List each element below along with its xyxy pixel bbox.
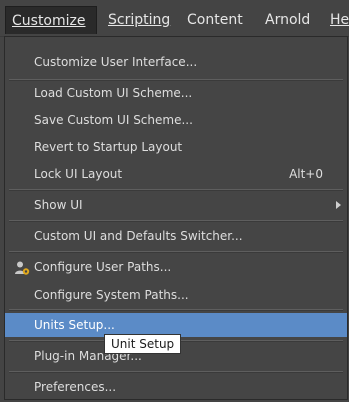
menu-item-revert-layout[interactable]: Revert to Startup Layout (5, 135, 347, 159)
menu-item-preferences[interactable]: Preferences... (5, 375, 347, 399)
menu-item-label: Save Custom UI Scheme... (34, 113, 193, 127)
menu-bar: Customize Scripting Content Arnold He (0, 0, 349, 37)
tooltip: Unit Setup (104, 334, 182, 354)
menu-item-save-scheme[interactable]: Save Custom UI Scheme... (5, 108, 347, 132)
menu-item-label: Configure User Paths... (34, 260, 172, 274)
menu-customize[interactable]: Customize (5, 6, 97, 34)
menu-separator (9, 309, 343, 311)
menu-item-label: Revert to Startup Layout (34, 140, 183, 154)
menu-item-label: Custom UI and Defaults Switcher... (34, 229, 243, 243)
menu-item-customize-ui[interactable]: Customize User Interface... (5, 50, 347, 74)
menu-item-label: Preferences... (34, 380, 117, 394)
menu-arnold[interactable]: Arnold (259, 6, 316, 34)
menu-item-load-scheme[interactable]: Load Custom UI Scheme... (5, 81, 347, 105)
menu-item-label: Load Custom UI Scheme... (34, 86, 193, 100)
menu-arnold-label: Arnold (265, 12, 311, 28)
submenu-arrow-icon (336, 201, 341, 209)
shortcut-label: Alt+0 (289, 167, 323, 181)
menu-item-show-ui[interactable]: Show UI (5, 193, 347, 217)
user-gear-icon (15, 261, 30, 275)
menu-separator (9, 251, 343, 253)
menu-content-label: Content (187, 12, 243, 28)
menu-help[interactable]: He (324, 6, 349, 34)
menu-content[interactable]: Content (181, 6, 249, 34)
menu-scripting[interactable]: Scripting (102, 6, 176, 34)
menu-item-user-paths[interactable]: Configure User Paths... (5, 255, 347, 279)
menu-item-ui-switcher[interactable]: Custom UI and Defaults Switcher... (5, 224, 347, 248)
menu-item-system-paths[interactable]: Configure System Paths... (5, 283, 347, 307)
menu-separator (9, 189, 343, 191)
menu-item-label: Lock UI Layout (34, 167, 123, 181)
menu-help-label: He (330, 12, 349, 28)
menu-item-label: Show UI (34, 198, 83, 212)
menu-item-label: Units Setup... (34, 318, 115, 332)
menu-item-label: Configure System Paths... (34, 288, 189, 302)
menu-item-lock-ui[interactable]: Lock UI Layout Alt+0 (5, 162, 347, 186)
menu-separator (9, 371, 343, 373)
menu-customize-label: Customize (12, 13, 86, 29)
menu-separator (9, 220, 343, 222)
menu-item-label: Customize User Interface... (34, 55, 198, 69)
menu-scripting-label: Scripting (108, 12, 171, 28)
